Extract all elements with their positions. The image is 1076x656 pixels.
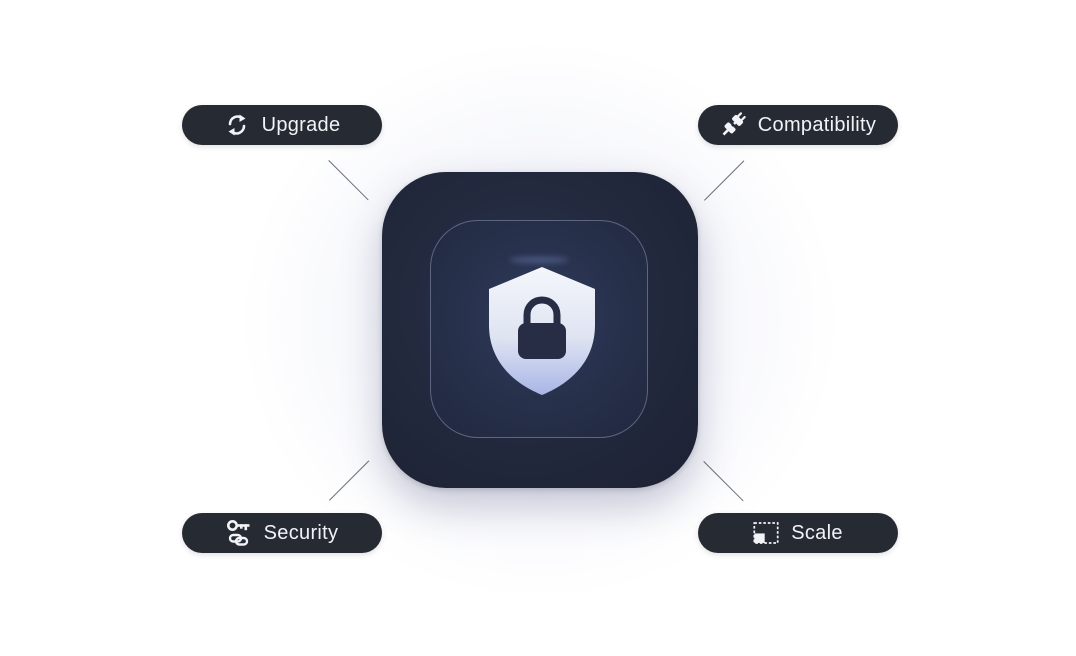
inner-tile (430, 220, 648, 438)
central-app-tile (382, 172, 698, 488)
compatibility-pill[interactable]: Compatibility (698, 105, 898, 145)
resize-icon (753, 520, 779, 546)
scale-label: Scale (791, 521, 843, 544)
compatibility-label: Compatibility (757, 113, 877, 136)
security-pill[interactable]: Security (182, 513, 382, 553)
feature-hub-illustration: Upgrade Compatibility Security Scale (0, 0, 1076, 656)
security-label: Security (263, 521, 339, 544)
key-link-icon (226, 520, 252, 546)
plug-icon (720, 112, 746, 138)
scale-pill[interactable]: Scale (698, 513, 898, 553)
top-glow (509, 257, 569, 263)
refresh-icon (224, 112, 250, 138)
upgrade-label: Upgrade (261, 113, 341, 136)
upgrade-pill[interactable]: Upgrade (182, 105, 382, 145)
shield-lock-icon (489, 267, 595, 395)
